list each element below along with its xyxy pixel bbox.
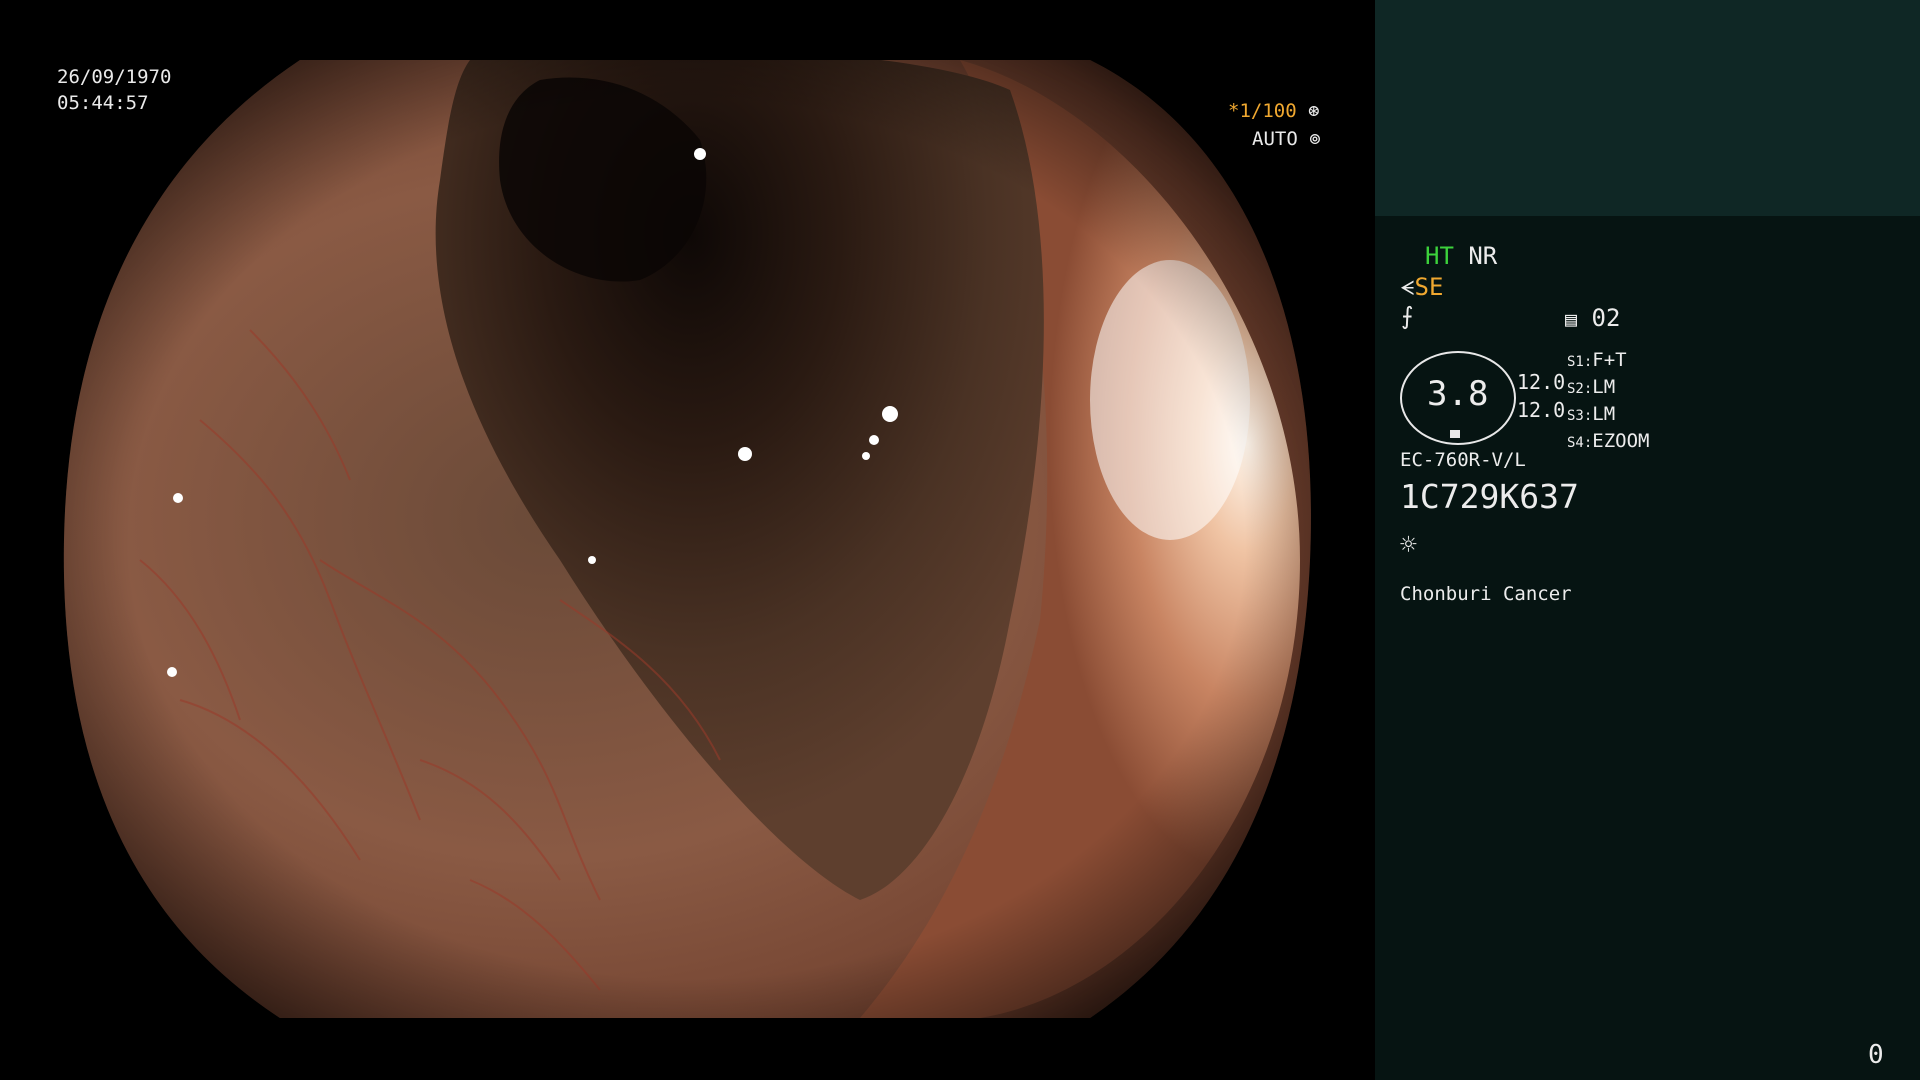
se-label: SE [1414,273,1444,301]
date-label: 26/09/1970 [57,66,172,88]
nr-label: NR [1468,242,1498,270]
curve-icon: ⨍ [1401,302,1414,330]
iris-icon: ⊚ [1297,128,1321,150]
preset-icon: ▤ [1565,307,1578,331]
value-top: 12.0 [1517,370,1566,394]
ht-label: HT [1425,242,1454,270]
time-label: 05:44:57 [57,92,149,114]
institution-name: Chonburi Cancer [1400,583,1572,605]
datetime-display: 26/09/1970 05:44:57 [57,64,171,116]
value-bottom: 12.0 [1517,398,1566,422]
light-icon: ☼ [1400,528,1417,561]
switch-row: S4:EZOOM [1567,430,1650,452]
endoscopic-image [63,60,1311,1018]
zoom-indicator-mark [1450,430,1460,438]
switch-list: S1:F+T S2:LM S3:LM S4:EZOOM [1567,348,1650,456]
preset-number: 02 [1591,304,1621,332]
iris-mode-label: AUTO [1252,128,1298,150]
iris-mode: AUTO ⊚ [1252,127,1321,151]
switch-row: S1:F+T [1567,349,1627,371]
se-icon: ᗕ [1400,276,1415,300]
scope-model: EC-760R-V/L [1400,449,1526,471]
preset-indicator: ▤ 02 [1565,304,1620,332]
info-panel: HT NR ᗕSE ⨍ ▤ 02 3.8 12.0 12.0 S1:F+T S2:… [1375,0,1920,1080]
frame-counter: 0 [1868,1040,1884,1070]
shutter-speed: *1/100 ⊛ [1228,99,1320,123]
switch-row: S2:LM [1567,376,1616,398]
zoom-value: 3.8 [1427,374,1489,414]
enhancement-status: HT NR [1425,242,1497,270]
scope-serial: 1C729K637 [1400,477,1579,516]
se-status: ᗕSE [1400,273,1443,301]
patient-info-area [1375,0,1920,216]
endoscope-view: 26/09/1970 05:44:57 *1/100 ⊛ AUTO ⊚ [0,0,1374,1080]
shutter-speed-label: *1/100 [1228,100,1297,122]
shutter-icon: ⊛ [1296,100,1320,122]
switch-row: S3:LM [1567,403,1616,425]
